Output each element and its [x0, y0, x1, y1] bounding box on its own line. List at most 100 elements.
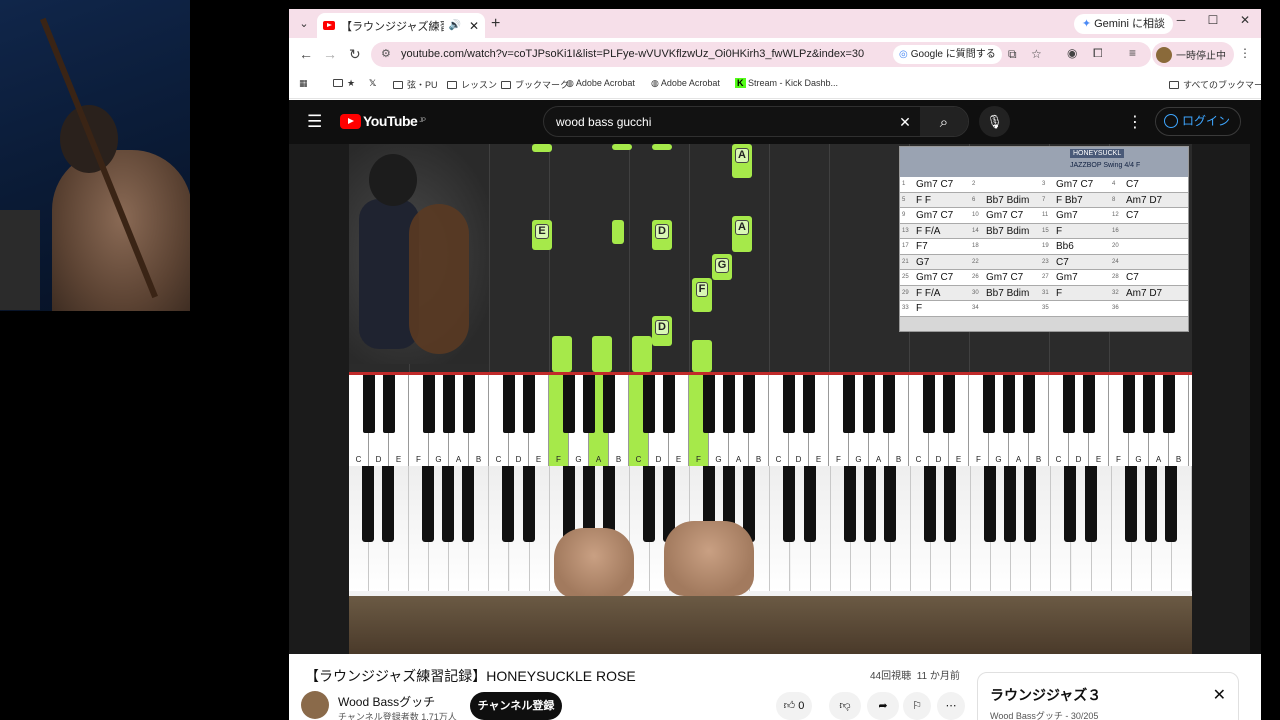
falling-note	[552, 336, 572, 372]
minimize-icon[interactable]: ─	[1165, 13, 1197, 27]
forward-icon[interactable]: →	[323, 46, 337, 62]
overlay-keyboard: CDEFGABCDEFGABCDEFGABCDEFGABCDEFGABCDEFG…	[349, 372, 1192, 466]
extensions-puzzle-icon[interactable]: ⧠	[1093, 46, 1103, 61]
chord-row: 1 Gm7 C7 2 3 Gm7 C7 4 C7	[900, 177, 1188, 193]
chord-symbol: F7	[916, 241, 928, 252]
chord-row: 29 F F/A 30 Bb7 Bdim 31 F 32 Am7 D7	[900, 285, 1188, 301]
chord-cell: 13 F F/A	[900, 224, 970, 239]
chord-symbol: F	[916, 303, 923, 314]
bassist-bass	[409, 204, 469, 354]
like-button[interactable]: 👍︎ 0	[776, 692, 812, 720]
install-app-icon[interactable]: ⧉	[1008, 42, 1017, 67]
bookmark-adobe-2[interactable]: ◍ Adobe Acrobat	[651, 78, 720, 89]
youtube-logo[interactable]: YouTube JP	[340, 113, 426, 129]
overlay-black-key	[463, 375, 475, 433]
chord-cell: 30 Bb7 Bdim	[970, 286, 1040, 301]
speaker-icon[interactable]: 🔊	[448, 20, 460, 31]
media-control-icon[interactable]: ≡	[1129, 46, 1136, 60]
site-info-icon[interactable]: ⚙	[381, 42, 391, 67]
bookmark-folder-star[interactable]: ★	[333, 78, 355, 89]
bookmark-star-icon[interactable]: ☆	[1031, 42, 1042, 67]
bookmark-folder-bookmarks[interactable]: ブックマーク	[501, 78, 569, 91]
tab-search-dropdown-icon[interactable]: ⌄	[295, 15, 313, 33]
all-bookmarks[interactable]: すべてのブックマーク	[1169, 78, 1261, 91]
profile-button[interactable]: 一時停止中	[1152, 42, 1234, 67]
login-button[interactable]: ログイン	[1155, 107, 1242, 136]
chord-cell: 16	[1110, 224, 1180, 239]
chord-cell: 14 Bb7 Bdim	[970, 224, 1040, 239]
tab-close-icon[interactable]: ✕	[469, 19, 479, 33]
save-button[interactable]: ⚐	[903, 692, 931, 720]
note-label: G	[714, 258, 730, 273]
key-letter: C	[775, 455, 782, 464]
search-icon[interactable]: ⌕	[920, 107, 968, 136]
bookmark-x-icon[interactable]: 𝕏	[369, 78, 376, 89]
bar-number: 11	[1042, 212, 1049, 218]
bar-number: 34	[972, 305, 979, 311]
chord-symbol: Bb7 Bdim	[986, 287, 1030, 299]
maximize-icon[interactable]: ☐	[1197, 13, 1229, 27]
overlay-black-key	[1003, 375, 1015, 433]
address-field[interactable]: ⚙ youtube.com/watch?v=coTJPsoKi1I&list=P…	[371, 42, 1151, 67]
bookmark-label: Adobe Acrobat	[575, 78, 635, 88]
channel-avatar[interactable]	[301, 691, 329, 719]
more-actions-button[interactable]: ⋯	[937, 692, 965, 720]
back-icon[interactable]: ←	[299, 46, 313, 62]
bar-number: 5	[902, 196, 906, 203]
search-input[interactable]	[544, 107, 890, 136]
like-icon: 👍︎	[783, 700, 796, 712]
login-label: ログイン	[1182, 114, 1231, 128]
key-letter: D	[515, 455, 522, 464]
bookmark-adobe-1[interactable]: ◍ Adobe Acrobat	[566, 78, 635, 89]
piano-black-key	[422, 466, 435, 542]
overlay-black-key	[443, 375, 455, 433]
key-letter: B	[755, 455, 762, 464]
settings-kebab-icon[interactable]: ⋮	[1127, 112, 1143, 132]
piano-black-key	[462, 466, 475, 542]
lane-line	[489, 144, 490, 372]
video-player[interactable]: A E D A G F D HONEYSUCKL JAZZBOP Swing 4…	[289, 144, 1250, 654]
chord-cell: 9 Gm7 C7	[900, 208, 970, 223]
search-box: ✕ ⌕	[543, 106, 969, 137]
note-label: D	[655, 224, 669, 239]
microphone-icon[interactable]: 🎙	[979, 106, 1010, 137]
extension-icon-1[interactable]: ◉	[1067, 46, 1077, 60]
share-button[interactable]: ➦	[867, 692, 899, 720]
chord-cell: 2	[970, 177, 1040, 192]
channel-name[interactable]: Wood Bassグッチ	[338, 693, 435, 710]
dislike-button[interactable]: 👎︎	[829, 692, 861, 720]
gemini-button[interactable]: ✦ Gemini に相談	[1073, 14, 1173, 34]
key-letter: D	[375, 455, 382, 464]
apps-grid-icon[interactable]: ▦	[299, 78, 308, 89]
reload-icon[interactable]: ↻	[349, 46, 361, 63]
lane-line	[769, 144, 770, 372]
chord-cell: 25 Gm7 C7	[900, 270, 970, 285]
tab-youtube[interactable]: 【ラウンジジャズ練習記録】HONEYSUCKLE ROSE 🔊 ✕	[317, 13, 485, 38]
hamburger-menu-icon[interactable]: ☰	[307, 112, 322, 132]
left-hand	[554, 528, 634, 598]
subscribe-button[interactable]: チャンネル登録	[470, 692, 562, 720]
clear-search-icon[interactable]: ✕	[890, 107, 920, 136]
close-window-icon[interactable]: ✕	[1229, 13, 1261, 27]
chord-cell: 31 F	[1040, 286, 1110, 301]
overlay-black-key	[563, 375, 575, 433]
bar-number: 13	[902, 227, 909, 234]
bookmark-folder-strings[interactable]: 弦・PU	[393, 78, 438, 91]
falling-note	[592, 336, 612, 372]
key-letter: B	[895, 455, 902, 464]
webcam-stand	[0, 210, 40, 310]
chord-symbol: Gm7 C7	[916, 210, 954, 221]
close-playlist-icon[interactable]: ✕	[1213, 685, 1226, 705]
browser-menu-icon[interactable]: ⋮	[1239, 46, 1251, 60]
bookmark-kick[interactable]: K Stream - Kick Dashb...	[735, 78, 838, 88]
playlist-title[interactable]: ラウンジジャズ３	[990, 685, 1101, 705]
note-label: A	[735, 148, 749, 163]
new-tab-button[interactable]: +	[491, 15, 500, 33]
bookmark-label: Adobe Acrobat	[660, 78, 720, 88]
key-letter: D	[935, 455, 942, 464]
key-letter: E	[955, 455, 962, 464]
browser-window: ⌄ 【ラウンジジャズ練習記録】HONEYSUCKLE ROSE 🔊 ✕ + ✦G…	[289, 9, 1261, 720]
bookmark-folder-lesson[interactable]: レッスン	[447, 78, 497, 91]
video-frame[interactable]: A E D A G F D HONEYSUCKL JAZZBOP Swing 4…	[349, 144, 1192, 654]
ask-google-button[interactable]: ◎ Google に質問する	[893, 45, 1002, 64]
